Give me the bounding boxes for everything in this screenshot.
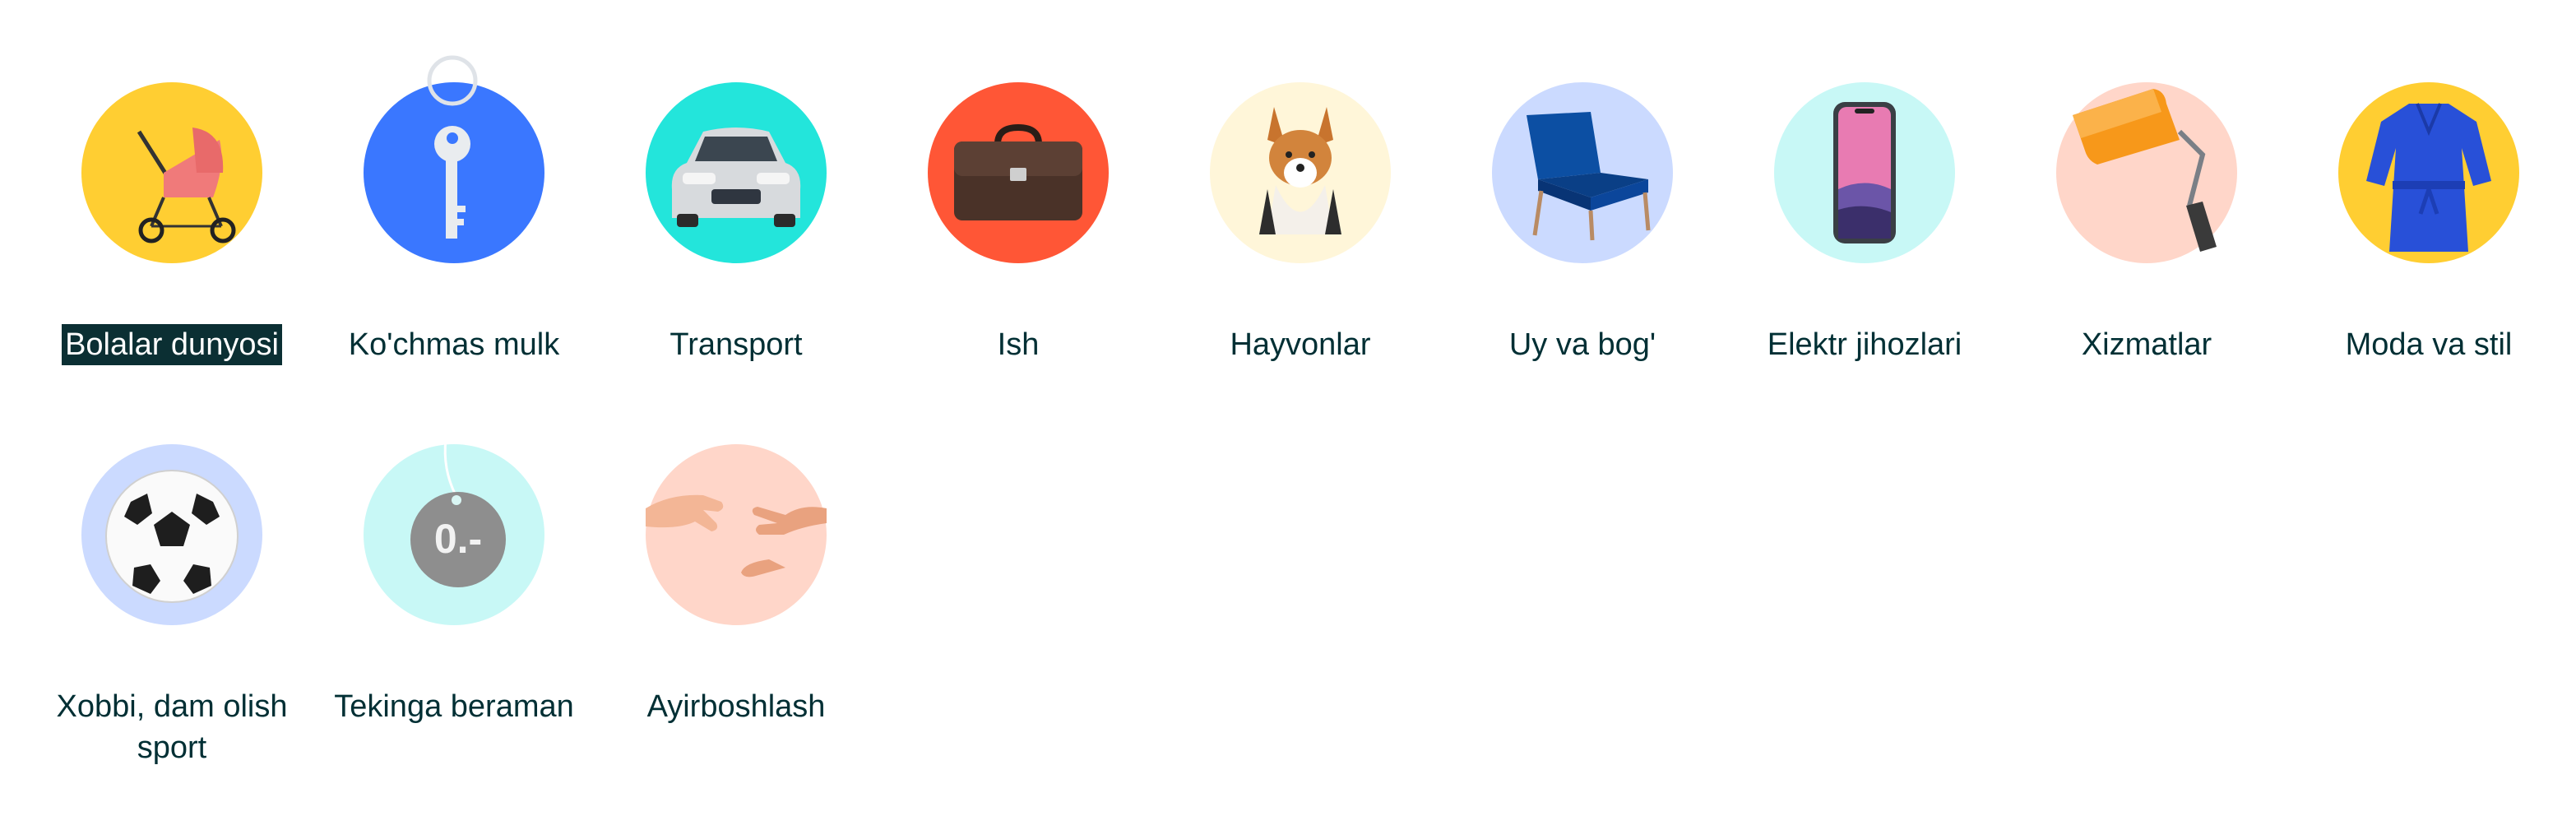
category-icon-circle [2338, 82, 2519, 263]
svg-text:0.-: 0.- [434, 516, 482, 562]
category-label: Elektr jihozlari [1767, 327, 1962, 362]
category-icon-circle [81, 82, 262, 263]
key-icon [427, 55, 478, 239]
category-transport[interactable]: Transport [595, 82, 877, 365]
category-label: Bolalar dunyosi [62, 324, 282, 365]
smartphone-icon [1833, 102, 1896, 243]
category-label: Moda va stil [2345, 327, 2513, 362]
category-label: Xizmatlar [2081, 327, 2212, 362]
stroller-icon [137, 128, 236, 243]
category-label-line: sport [137, 730, 207, 765]
car-icon [671, 128, 801, 227]
category-label: Ko'chmas mulk [348, 327, 560, 362]
category-label: Transport [669, 327, 803, 362]
category-uy-va-bog[interactable]: Uy va bog' [1442, 82, 1723, 365]
category-icon-circle [1774, 82, 1955, 263]
category-grid: Bolalar dunyosi Ko'chmas mulk Transport … [0, 0, 2576, 830]
category-xobbi-dam-olish-sport[interactable]: Xobbi, dam olish sport [31, 444, 313, 768]
category-icon-circle [928, 82, 1109, 263]
category-label: Ish [997, 327, 1040, 362]
category-ayirboshlash[interactable]: Ayirboshlash [595, 444, 877, 727]
category-label: Xobbi, dam olish sport [53, 686, 291, 768]
category-hayvonlar[interactable]: Hayvonlar [1160, 82, 1441, 365]
armchair-icon [1527, 112, 1651, 241]
category-label-line: Xobbi, dam olish [56, 689, 288, 724]
dog-icon [1259, 107, 1341, 234]
category-icon-circle [1210, 82, 1391, 263]
category-label: Uy va bog' [1508, 327, 1656, 362]
category-xizmatlar[interactable]: Xizmatlar [2006, 82, 2287, 365]
price-tag-icon: 0.- [410, 438, 506, 587]
category-icon-circle [364, 55, 544, 263]
category-label: Ayirboshlash [646, 689, 826, 724]
paint-roller-icon [2073, 89, 2217, 252]
category-icon-circle [1492, 82, 1673, 263]
category-elektr-jihozlari[interactable]: Elektr jihozlari [1724, 82, 2005, 365]
category-tekinga-beraman[interactable]: 0.- Tekinga beraman [313, 438, 595, 727]
category-label: Tekinga beraman [334, 689, 574, 724]
category-ish[interactable]: Ish [878, 82, 1159, 365]
category-kochmas-mulk[interactable]: Ko'chmas mulk [313, 55, 595, 365]
soccer-ball-icon [105, 470, 239, 603]
briefcase-icon [954, 123, 1082, 220]
dress-icon [2366, 103, 2491, 252]
category-icon-circle: 0.- [364, 438, 544, 625]
category-icon-circle [646, 444, 827, 625]
handshake-icon [646, 494, 827, 577]
category-bolalar-dunyosi[interactable]: Bolalar dunyosi [31, 82, 313, 365]
category-icon-circle [2056, 82, 2237, 263]
category-icon-circle [81, 444, 262, 625]
category-moda-va-stil[interactable]: Moda va stil [2288, 82, 2569, 365]
category-icon-circle [646, 82, 827, 263]
category-label: Hayvonlar [1230, 327, 1371, 362]
